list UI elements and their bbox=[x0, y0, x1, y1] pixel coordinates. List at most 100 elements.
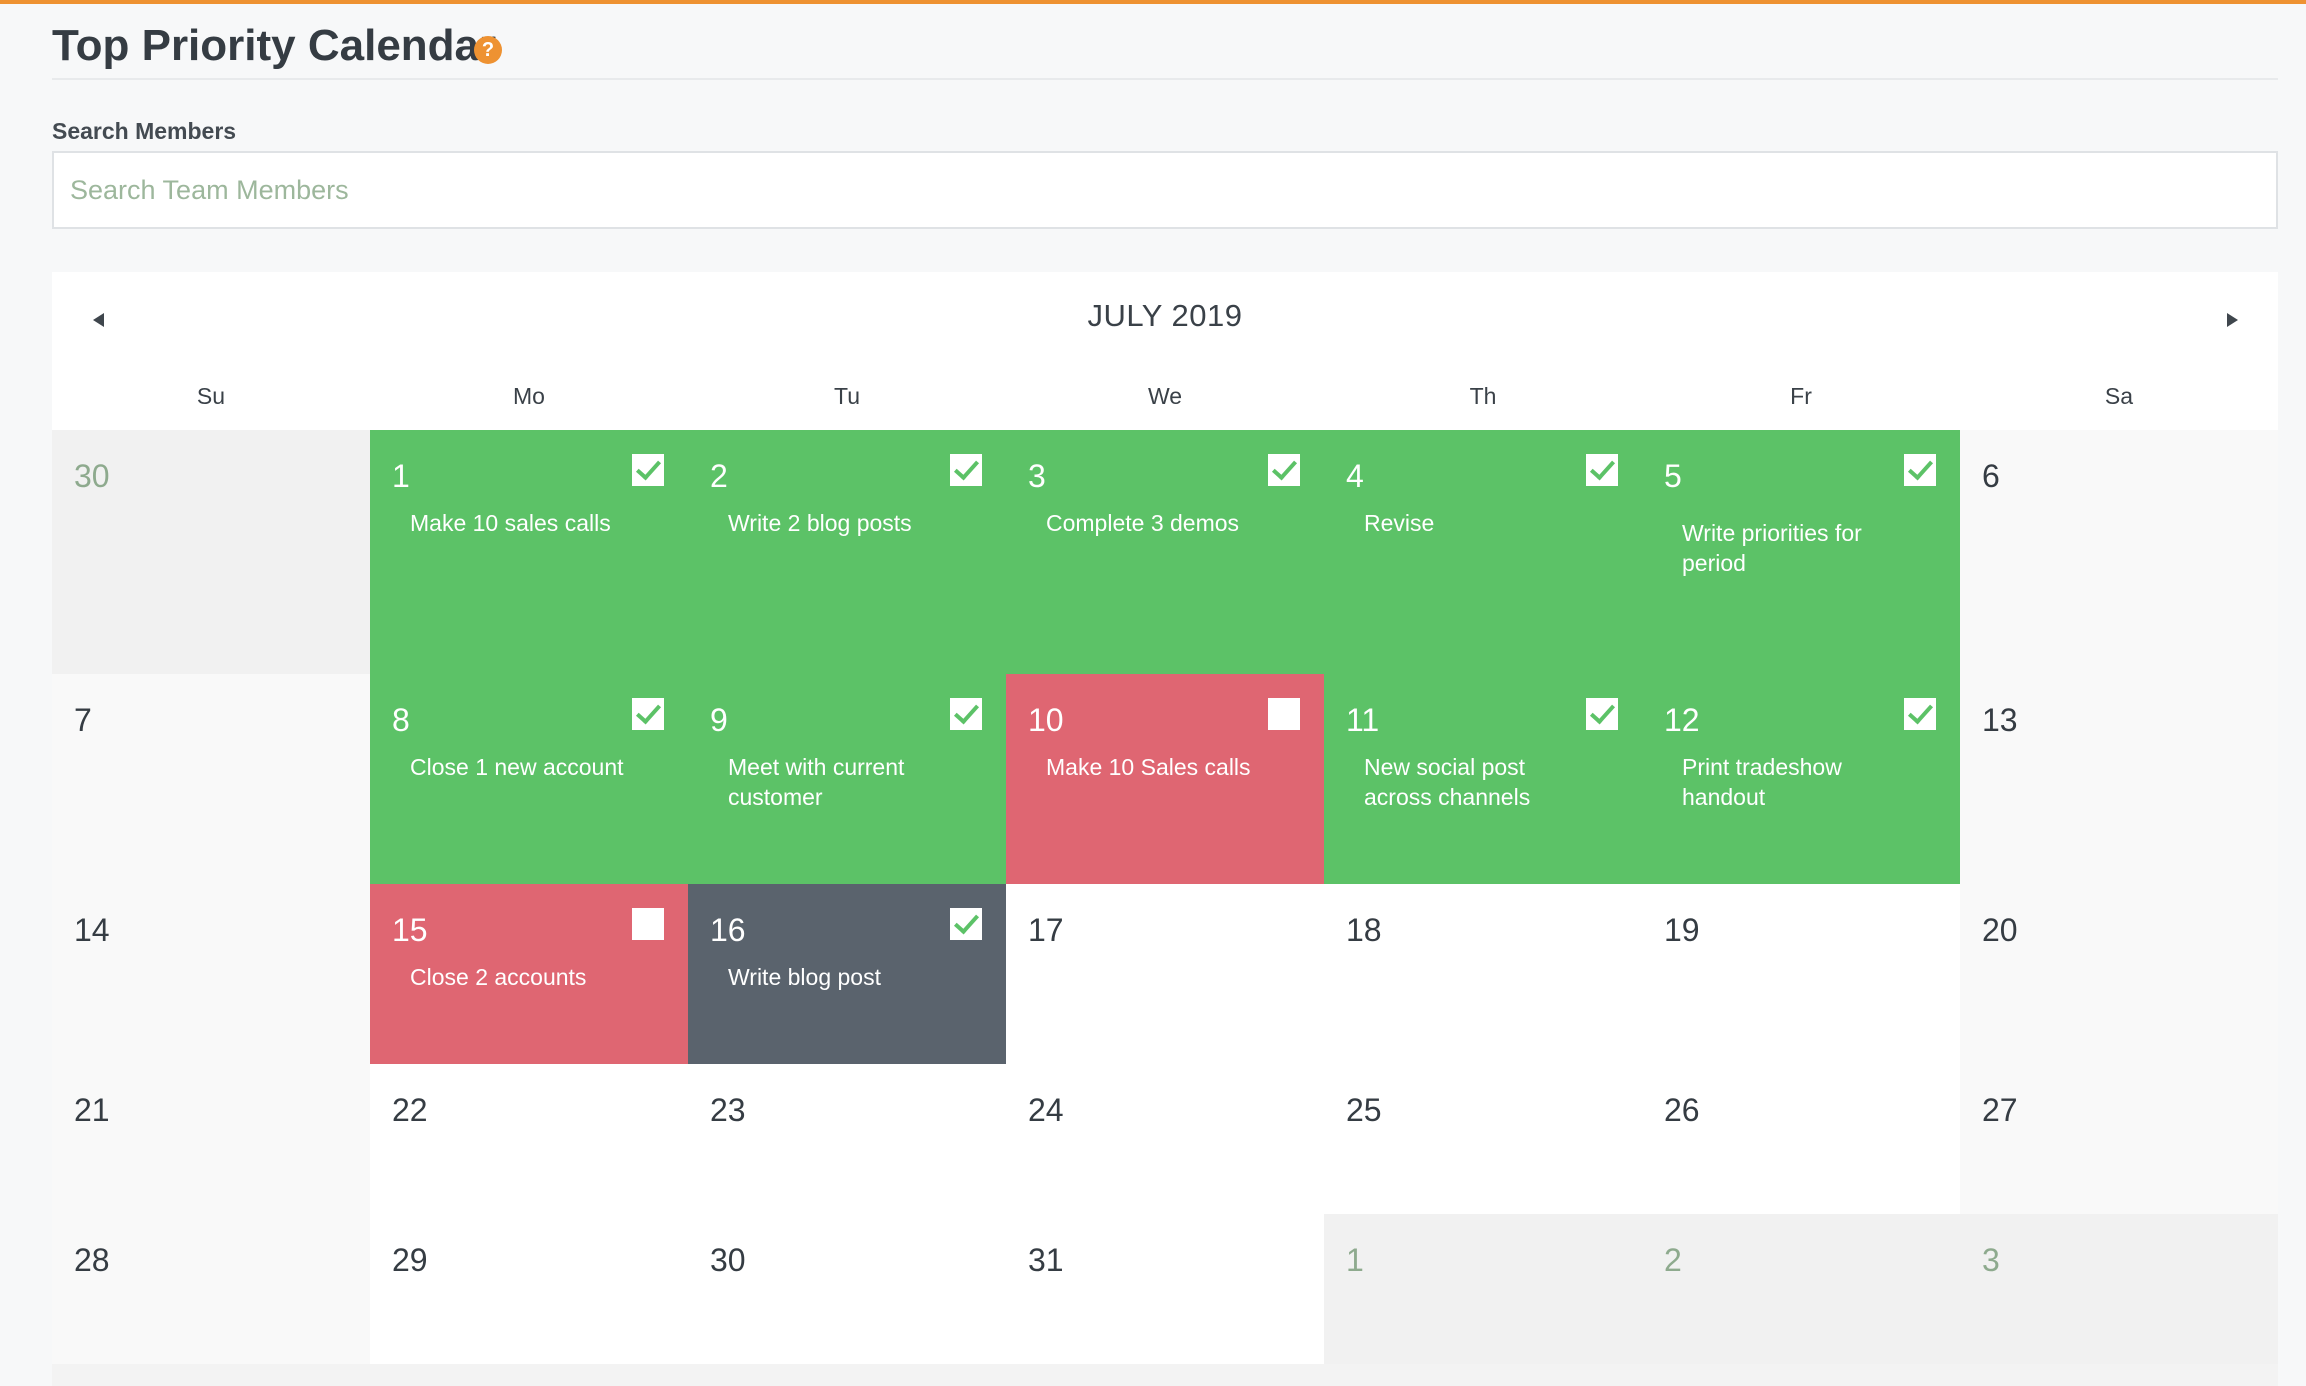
caret-right-icon bbox=[2226, 313, 2238, 327]
day-cell-priority[interactable]: 4 Revise bbox=[1324, 430, 1642, 674]
page-header: Top Priority Calendar ? bbox=[52, 20, 2278, 80]
completed-checkbox[interactable] bbox=[1586, 698, 1618, 730]
day-cell[interactable]: 31 bbox=[1006, 1214, 1324, 1364]
priority-text: Close 2 accounts bbox=[410, 964, 587, 990]
day-cell[interactable]: 21 bbox=[52, 1064, 370, 1214]
calendar-week: 30 1 Make 10 sales calls 2 Write 2 blog … bbox=[52, 430, 2278, 674]
day-number: 25 bbox=[1346, 1092, 1382, 1128]
day-number: 22 bbox=[392, 1092, 428, 1128]
priority-text: Make 10 sales calls bbox=[410, 510, 611, 536]
day-cell-priority[interactable]: 16 Write blog post bbox=[688, 884, 1006, 1064]
day-cell[interactable]: 27 bbox=[1960, 1064, 2278, 1214]
priority-text: Print tradeshow handout bbox=[1682, 754, 1842, 810]
day-cell[interactable]: 30 bbox=[52, 430, 370, 674]
day-number: 16 bbox=[710, 912, 746, 948]
day-number: 7 bbox=[74, 702, 92, 738]
day-cell[interactable]: 22 bbox=[370, 1064, 688, 1214]
day-number: 14 bbox=[74, 912, 110, 948]
day-number: 10 bbox=[1028, 702, 1064, 738]
day-cell-priority[interactable]: 12 Print tradeshow handout bbox=[1642, 674, 1960, 884]
day-number: 4 bbox=[1346, 458, 1364, 494]
day-number: 27 bbox=[1982, 1092, 2018, 1128]
day-cell[interactable]: 17 bbox=[1006, 884, 1324, 1064]
priority-text: Revise bbox=[1364, 510, 1435, 536]
day-cell-priority[interactable]: 5 Write priorities for period bbox=[1642, 430, 1960, 674]
day-number: 30 bbox=[710, 1242, 746, 1278]
calendar-week: 14 15 Close 2 accounts 16 Write blog pos… bbox=[52, 884, 2278, 1064]
day-number: 19 bbox=[1664, 912, 1700, 948]
weekday-label: Su bbox=[196, 383, 226, 409]
help-icon[interactable]: ? bbox=[474, 36, 502, 64]
day-cell-priority[interactable]: 8 Close 1 new account bbox=[370, 674, 688, 884]
day-number: 5 bbox=[1664, 458, 1682, 494]
weekday-label: We bbox=[1147, 383, 1183, 409]
empty-checkbox[interactable] bbox=[1268, 698, 1300, 730]
completed-checkbox[interactable] bbox=[1904, 454, 1936, 486]
day-cell-priority[interactable]: 3 Complete 3 demos bbox=[1006, 430, 1324, 674]
day-number: 23 bbox=[710, 1092, 746, 1128]
day-cell-priority[interactable]: 10 Make 10 Sales calls bbox=[1006, 674, 1324, 884]
completed-checkbox[interactable] bbox=[632, 454, 664, 486]
day-number: 15 bbox=[392, 912, 428, 948]
day-number: 1 bbox=[392, 458, 410, 494]
completed-checkbox[interactable] bbox=[1268, 454, 1300, 486]
day-number: 6 bbox=[1982, 458, 2000, 494]
day-number: 13 bbox=[1982, 702, 2018, 738]
day-cell[interactable]: 2 bbox=[1642, 1214, 1960, 1364]
day-cell[interactable]: 18 bbox=[1324, 884, 1642, 1064]
weekday-header-row: Su Mo Tu We Th Fr Sa bbox=[52, 376, 2278, 416]
day-number: 21 bbox=[74, 1092, 110, 1128]
day-cell-priority[interactable]: 15 Close 2 accounts bbox=[370, 884, 688, 1064]
priority-text: Meet with current customer bbox=[728, 754, 905, 810]
day-cell[interactable]: 7 bbox=[52, 674, 370, 884]
day-number: 29 bbox=[392, 1242, 428, 1278]
completed-checkbox[interactable] bbox=[1904, 698, 1936, 730]
day-cell[interactable]: 25 bbox=[1324, 1064, 1642, 1214]
day-cell[interactable]: 26 bbox=[1642, 1064, 1960, 1214]
day-number: 1 bbox=[1346, 1242, 1364, 1278]
completed-checkbox[interactable] bbox=[950, 454, 982, 486]
search-team-members-input[interactable] bbox=[52, 151, 2278, 229]
completed-checkbox[interactable] bbox=[950, 908, 982, 940]
day-number: 2 bbox=[1664, 1242, 1682, 1278]
completed-checkbox[interactable] bbox=[1586, 454, 1618, 486]
completed-checkbox[interactable] bbox=[950, 698, 982, 730]
day-cell[interactable]: 24 bbox=[1006, 1064, 1324, 1214]
day-cell[interactable]: 20 bbox=[1960, 884, 2278, 1064]
day-cell[interactable]: 14 bbox=[52, 884, 370, 1064]
priority-text: Close 1 new account bbox=[410, 754, 624, 780]
day-cell-priority[interactable]: 2 Write 2 blog posts bbox=[688, 430, 1006, 674]
weekday-label: Fr bbox=[1790, 383, 1812, 409]
day-cell[interactable]: 13 bbox=[1960, 674, 2278, 884]
weekday-label: Mo bbox=[513, 383, 545, 409]
top-accent-bar bbox=[0, 0, 2306, 4]
priority-text: Write blog post bbox=[728, 964, 881, 990]
search-members-label: Search Members bbox=[52, 118, 237, 144]
priority-text: New social post across channels bbox=[1364, 754, 1531, 810]
day-number: 17 bbox=[1028, 912, 1064, 948]
day-cell[interactable]: 19 bbox=[1642, 884, 1960, 1064]
day-number: 24 bbox=[1028, 1092, 1064, 1128]
completed-checkbox[interactable] bbox=[632, 698, 664, 730]
day-number: 18 bbox=[1346, 912, 1382, 948]
calendar: JULY 2019 Su Mo Tu We Th Fr Sa 30 1 Make… bbox=[52, 272, 2278, 1386]
day-cell[interactable]: 1 bbox=[1324, 1214, 1642, 1364]
day-cell[interactable]: 3 bbox=[1960, 1214, 2278, 1364]
day-cell[interactable]: 28 bbox=[52, 1214, 370, 1364]
day-cell[interactable]: 30 bbox=[688, 1214, 1006, 1364]
day-cell-priority[interactable]: 9 Meet with current customer bbox=[688, 674, 1006, 884]
day-cell-priority[interactable]: 11 New social post across channels bbox=[1324, 674, 1642, 884]
next-month-button[interactable] bbox=[2212, 300, 2252, 340]
day-cell[interactable]: 29 bbox=[370, 1214, 688, 1364]
day-number: 26 bbox=[1664, 1092, 1700, 1128]
day-number: 12 bbox=[1664, 702, 1700, 738]
empty-checkbox[interactable] bbox=[632, 908, 664, 940]
day-cell[interactable]: 23 bbox=[688, 1064, 1006, 1214]
day-cell[interactable]: 6 bbox=[1960, 430, 2278, 674]
day-cell-priority[interactable]: 1 Make 10 sales calls bbox=[370, 430, 688, 674]
day-number: 30 bbox=[74, 458, 110, 494]
calendar-grid: 30 1 Make 10 sales calls 2 Write 2 blog … bbox=[52, 430, 2278, 1364]
weekday-label: Tu bbox=[834, 383, 860, 409]
calendar-week: 28 29 30 31 1 2 3 bbox=[52, 1214, 2278, 1364]
day-number: 28 bbox=[74, 1242, 110, 1278]
